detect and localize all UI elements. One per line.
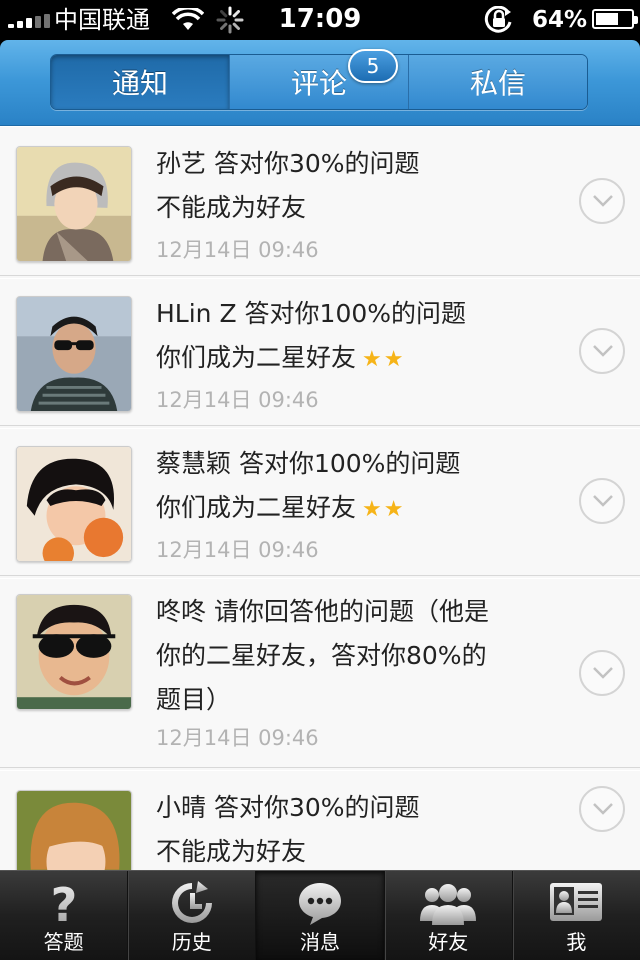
- notification-line: HLin Z 答对你100%的问题: [156, 299, 467, 328]
- notification-line: 孙艺 答对你30%的问题: [156, 149, 420, 178]
- rotation-lock-icon: [484, 6, 512, 33]
- bottom-tab-bar: ? 答题 历史 消息 好友 我: [0, 870, 640, 960]
- battery-icon: [592, 9, 638, 29]
- expand-button[interactable]: [579, 178, 625, 224]
- notification-text: 孙艺 答对你30%的问题 不能成为好友: [156, 142, 556, 230]
- notification-line: 不能成为好友: [156, 837, 307, 866]
- tabbar-item-messages[interactable]: 消息: [255, 871, 384, 960]
- list-item[interactable]: 蔡慧颖 答对你100%的问题 你们成为二星好友 ★★ 12月14日 09:46: [0, 428, 640, 576]
- avatar[interactable]: [16, 446, 132, 562]
- notification-line: 你们成为二星好友: [156, 343, 357, 372]
- timestamp: 12月14日 09:46: [156, 238, 319, 262]
- chevron-down-icon: [593, 195, 613, 207]
- star-rating: ★★: [362, 347, 406, 372]
- star-rating: ★★: [362, 497, 406, 522]
- header-bar: 通知 评论 5 私信: [0, 40, 640, 126]
- expand-button[interactable]: [579, 478, 625, 524]
- notification-line: 题目）: [156, 685, 232, 714]
- avatar[interactable]: [16, 790, 132, 870]
- tabbar-label: 我: [566, 930, 587, 954]
- notification-line: 小晴 答对你30%的问题: [156, 793, 420, 822]
- profile-card-icon: [550, 883, 603, 921]
- timestamp: 12月14日 09:46: [156, 388, 319, 412]
- timestamp: 12月14日 09:46: [156, 726, 319, 750]
- tab-label: 通知: [111, 67, 168, 100]
- tab-label: 私信: [469, 67, 526, 100]
- chevron-down-icon: [593, 495, 613, 507]
- battery-percentage: 64%: [532, 7, 588, 33]
- tabbar-label: 消息: [300, 930, 340, 954]
- tabbar-label: 答题: [43, 930, 84, 954]
- tabbar-item-me[interactable]: 我: [511, 871, 640, 960]
- carrier-name: 中国联通: [54, 6, 150, 34]
- avatar[interactable]: [16, 594, 132, 710]
- list-item[interactable]: 孙艺 答对你30%的问题 不能成为好友 12月14日 09:46: [0, 126, 640, 276]
- list-item[interactable]: 咚咚 请你回答他的问题（他是 你的二星好友，答对你80%的 题目） 12月14日…: [0, 578, 640, 768]
- tabbar-label: 历史: [171, 930, 212, 954]
- notification-line: 不能成为好友: [156, 193, 307, 222]
- tabbar-item-answer[interactable]: ? 答题: [0, 871, 127, 960]
- question-icon: ?: [50, 879, 77, 927]
- svg-text:?: ?: [50, 879, 77, 927]
- avatar[interactable]: [16, 146, 132, 262]
- tab-notifications[interactable]: 通知: [51, 55, 229, 109]
- notification-text: 小晴 答对你30%的问题 不能成为好友: [156, 786, 556, 870]
- notification-text: 蔡慧颖 答对你100%的问题 你们成为二星好友 ★★: [156, 442, 556, 532]
- list-item[interactable]: HLin Z 答对你100%的问题 你们成为二星好友 ★★ 12月14日 09:4…: [0, 278, 640, 426]
- notification-line: 你的二星好友，答对你80%的: [156, 641, 487, 670]
- chevron-down-icon: [593, 803, 613, 815]
- loading-spinner-icon: [216, 6, 244, 34]
- tabbar-item-friends[interactable]: 好友: [383, 871, 512, 960]
- timestamp: 12月14日 09:46: [156, 538, 319, 562]
- history-clock-icon: [171, 881, 212, 923]
- notification-text: 咚咚 请你回答他的问题（他是 你的二星好友，答对你80%的 题目）: [156, 590, 556, 722]
- notification-line: 蔡慧颖 答对你100%的问题: [156, 449, 461, 478]
- expand-button[interactable]: [579, 786, 625, 832]
- friends-icon: [420, 884, 477, 925]
- status-bar: 中国联通 17:09 64%: [0, 0, 640, 40]
- list-item[interactable]: 小晴 答对你30%的问题 不能成为好友: [0, 770, 640, 870]
- tab-comments[interactable]: 评论 5: [229, 49, 408, 109]
- notification-line: 咚咚 请你回答他的问题（他是: [156, 597, 489, 626]
- tabbar-label: 好友: [428, 930, 469, 954]
- expand-button[interactable]: [579, 328, 625, 374]
- comment-count-badge: 5: [348, 49, 398, 83]
- tabbar-item-history[interactable]: 历史: [127, 871, 255, 960]
- wifi-icon: [172, 8, 204, 30]
- notification-text: HLin Z 答对你100%的问题 你们成为二星好友 ★★: [156, 292, 556, 382]
- expand-button[interactable]: [579, 650, 625, 696]
- avatar[interactable]: [16, 296, 132, 412]
- chevron-down-icon: [593, 667, 613, 679]
- chevron-down-icon: [593, 345, 613, 357]
- segmented-tabs: 通知 评论 5 私信: [50, 49, 588, 110]
- notification-line: 你们成为二星好友: [156, 493, 357, 522]
- tab-private-messages[interactable]: 私信: [408, 55, 587, 109]
- notification-list[interactable]: 孙艺 答对你30%的问题 不能成为好友 12月14日 09:46 HLin Z …: [0, 126, 640, 870]
- tab-label: 评论: [290, 67, 347, 100]
- message-bubble-icon: [299, 883, 341, 925]
